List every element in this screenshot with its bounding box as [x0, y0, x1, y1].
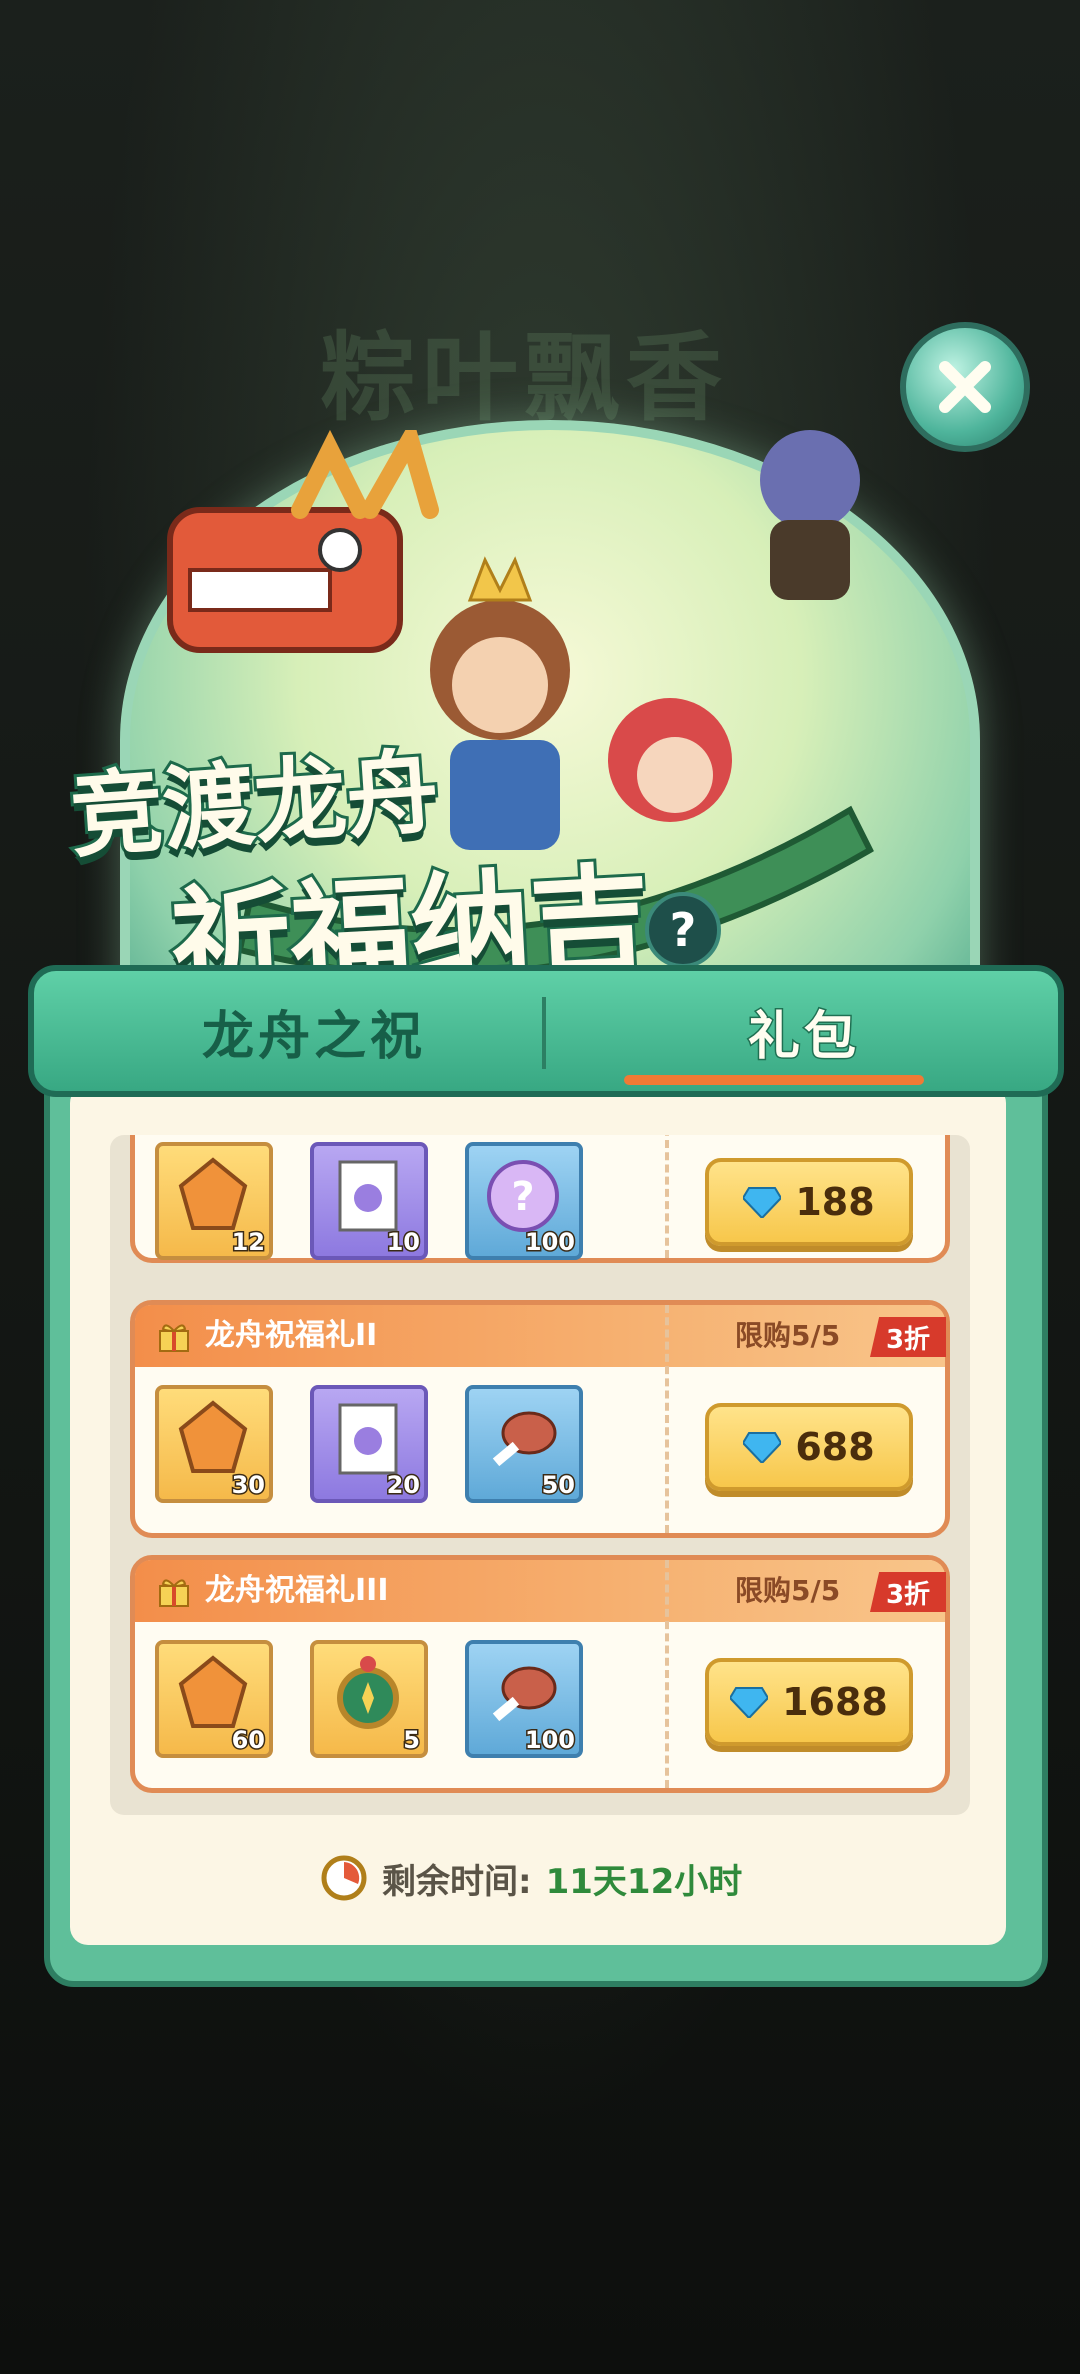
integral-scroll-icon [338, 1403, 398, 1475]
pack-item[interactable]: 100 [465, 1640, 583, 1758]
buy-button[interactable]: 688 [705, 1403, 913, 1491]
pack-item[interactable]: 30 [155, 1385, 273, 1503]
item-quantity: 50 [540, 1470, 576, 1501]
amber-crystal-icon [178, 1655, 248, 1728]
svg-text:?: ? [511, 1174, 534, 1220]
pack-item[interactable]: 5 [310, 1640, 428, 1758]
tab-gift-packs[interactable]: 礼包 [554, 971, 1054, 1091]
tab-separator [542, 997, 546, 1069]
close-button[interactable] [900, 322, 1030, 452]
clock-icon [321, 1855, 367, 1901]
pack-item[interactable]: 50 [465, 1385, 583, 1503]
mystery-orb-icon: ? [487, 1160, 559, 1232]
item-quantity: 100 [523, 1227, 576, 1258]
item-quantity: 10 [385, 1227, 421, 1258]
card-divider [665, 1305, 669, 1533]
pack-item[interactable]: ? 100 [465, 1142, 583, 1260]
diamond-icon [743, 1187, 782, 1218]
item-quantity: 20 [385, 1470, 421, 1501]
price-value: 1688 [782, 1680, 888, 1724]
item-quantity: 12 [230, 1227, 266, 1258]
meat-icon [492, 1411, 557, 1467]
purchase-limit: 限购5/5 [735, 1319, 841, 1352]
integral-scroll-icon [338, 1160, 398, 1232]
gift-pack-list[interactable]: 12 10 ? 100 188 龙舟祝福礼II 限购5/5 3折 30 20 5… [110, 1135, 970, 1815]
question-mark-icon: ? [669, 903, 697, 957]
item-quantity: 100 [523, 1725, 576, 1756]
pack-item[interactable]: 60 [155, 1640, 273, 1758]
item-quantity: 60 [230, 1725, 266, 1756]
remaining-time-label: 剩余时间: [382, 1861, 532, 1902]
compass-icon [337, 1656, 399, 1729]
active-tab-indicator [624, 1075, 924, 1085]
gift-pack-card: 龙舟祝福礼III 限购5/5 3折 60 5 100 1688 [130, 1555, 950, 1793]
pack-item[interactable]: 10 [310, 1142, 428, 1260]
diamond-icon [743, 1432, 782, 1463]
amber-crystal-icon [178, 1400, 248, 1473]
price-value: 188 [795, 1180, 875, 1224]
price-value: 688 [795, 1425, 875, 1469]
card-header: 龙舟祝福礼II 限购5/5 3折 [135, 1305, 946, 1367]
tab-bar: 龙舟之祝 礼包 [28, 965, 1064, 1097]
card-header: 龙舟祝福礼III 限购5/5 3折 [135, 1560, 946, 1622]
pack-item[interactable]: 12 [155, 1142, 273, 1260]
meat-icon [492, 1666, 557, 1722]
tab-dragon-boat-blessing[interactable]: 龙舟之祝 [64, 971, 564, 1091]
background-event-logo: 粽叶飘香 [320, 322, 728, 434]
gift-icon [159, 1324, 189, 1352]
diamond-icon [730, 1687, 769, 1718]
discount-badge: 3折 [870, 1317, 946, 1357]
close-icon [939, 361, 991, 413]
purchase-limit: 限购5/5 [735, 1574, 841, 1607]
remaining-time: 剩余时间: 11天12小时 [320, 1848, 742, 1908]
gift-icon [159, 1579, 189, 1607]
gift-pack-card: 龙舟祝福礼II 限购5/5 3折 30 20 50 688 [130, 1300, 950, 1538]
item-quantity: 30 [230, 1470, 266, 1501]
pack-name: 龙舟祝福礼III [205, 1573, 389, 1608]
remaining-time-value: 11天12小时 [545, 1861, 743, 1902]
discount-badge: 3折 [870, 1572, 946, 1612]
pack-item[interactable]: 20 [310, 1385, 428, 1503]
amber-crystal-icon [178, 1157, 248, 1230]
help-button[interactable]: ? [645, 892, 721, 968]
card-divider [665, 1560, 669, 1788]
pack-name: 龙舟祝福礼II [205, 1318, 378, 1353]
gift-pack-card: 12 10 ? 100 188 [130, 1135, 950, 1263]
buy-button[interactable]: 188 [705, 1158, 913, 1246]
item-quantity: 5 [402, 1725, 422, 1756]
card-divider [665, 1135, 669, 1258]
buy-button[interactable]: 1688 [705, 1658, 913, 1746]
